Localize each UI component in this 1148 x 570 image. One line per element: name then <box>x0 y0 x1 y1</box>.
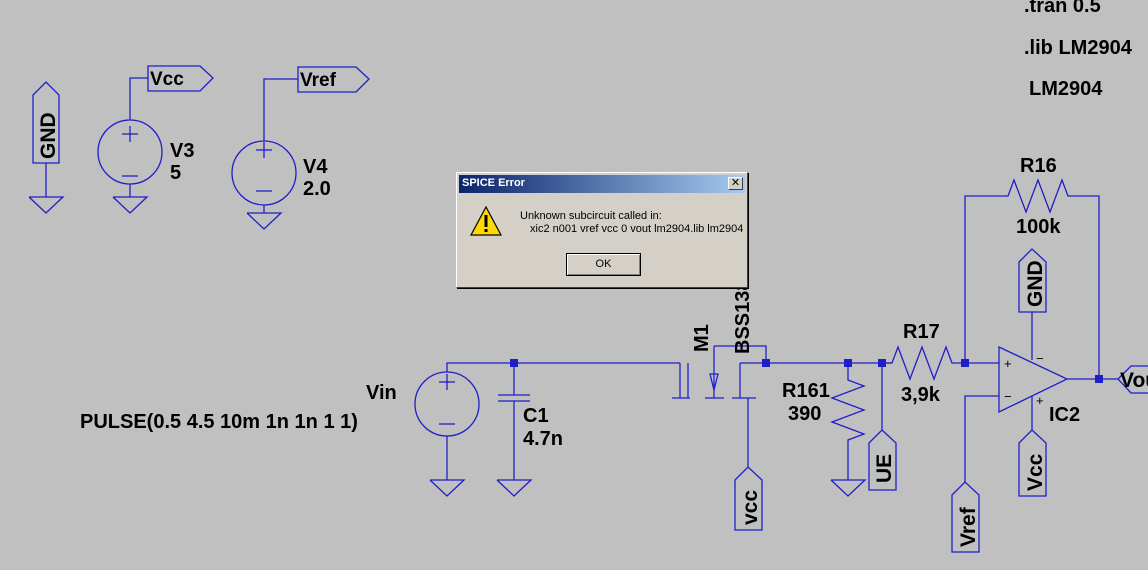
vin-value: PULSE(0.5 4.5 10m 1n 1n 1 1) <box>80 411 358 433</box>
vcc-port-mosfet[interactable]: vcc <box>734 466 763 531</box>
wire-junction <box>1095 375 1103 383</box>
error-message-line2: xic2 n001 vref vcc 0 vout lm2904.lib lm2… <box>530 223 744 235</box>
ground-symbol <box>496 479 533 497</box>
ue-port-label: UE <box>873 454 896 483</box>
r161-value: 390 <box>788 403 821 425</box>
r17-value: 3,9k <box>901 384 941 406</box>
v3-value: 5 <box>170 162 181 184</box>
vcc-port-label: Vcc <box>1024 453 1047 491</box>
svg-text:−: − <box>1036 351 1044 366</box>
m1-model: BSS138 <box>732 280 754 355</box>
wire-junction <box>762 359 770 367</box>
error-message-line1: Unknown subcircuit called in: <box>520 210 662 222</box>
ok-button[interactable]: OK <box>566 253 641 276</box>
ground-symbol <box>28 196 65 214</box>
ground-symbol <box>246 212 283 230</box>
vcc-port-opamp[interactable]: Vcc <box>1018 429 1047 497</box>
vref-port-label: Vref <box>957 506 980 547</box>
svg-text:+: + <box>1036 393 1044 408</box>
ground-symbol <box>429 479 466 497</box>
gnd-port-label: GND <box>37 112 60 159</box>
vcc-flag-label: Vcc <box>150 69 184 90</box>
v3-name: V3 <box>170 140 194 162</box>
v4-name: V4 <box>303 156 328 178</box>
model-label[interactable]: LM2904 <box>1029 78 1103 100</box>
wire-junction <box>510 359 518 367</box>
svg-text:−: − <box>1004 389 1012 404</box>
spice-error-dialog[interactable]: SPICE Error ✕ Unknown subcircuit called … <box>456 172 748 288</box>
gnd-port-opamp[interactable]: GND <box>1018 248 1047 360</box>
gnd-port-topleft[interactable]: GND <box>28 81 65 214</box>
c1-capacitor[interactable]: C1 4.7n <box>496 359 563 497</box>
r17-name: R17 <box>903 321 940 343</box>
r16-value: 100k <box>1016 216 1061 238</box>
ground-symbol <box>830 479 867 497</box>
close-icon: ✕ <box>730 176 741 189</box>
dialog-titlebar[interactable]: SPICE Error ✕ <box>459 175 745 193</box>
v3-source[interactable]: Vcc V3 5 <box>97 65 214 214</box>
gnd-port-label: GND <box>1024 260 1047 307</box>
vref-flag-label: Vref <box>300 70 337 91</box>
vout-port-label: Vout <box>1120 369 1148 392</box>
r161-name: R161 <box>782 380 830 402</box>
vref-port-opamp[interactable]: Vref <box>951 481 980 553</box>
c1-value: 4.7n <box>523 428 563 450</box>
vout-port[interactable]: Vout <box>1117 365 1148 394</box>
r161-resistor[interactable]: R161 390 <box>782 363 867 497</box>
dialog-title: SPICE Error <box>462 177 525 189</box>
tran-directive[interactable]: .tran 0.5 <box>1024 0 1101 17</box>
vcc-port-label: vcc <box>739 490 762 525</box>
vin-name: Vin <box>366 382 397 404</box>
warning-icon <box>469 205 503 236</box>
ic2-name: IC2 <box>1049 404 1080 426</box>
svg-text:+: + <box>1004 356 1012 371</box>
close-button[interactable]: ✕ <box>728 177 743 190</box>
ue-port[interactable]: UE <box>868 363 897 491</box>
vin-source[interactable]: Vin PULSE(0.5 4.5 10m 1n 1n 1 1) <box>80 362 680 497</box>
r17-resistor[interactable]: R17 3,9k <box>882 321 966 406</box>
m1-name: M1 <box>691 324 713 352</box>
m1-mosfet[interactable]: M1 BSS138 <box>672 280 767 469</box>
c1-name: C1 <box>523 405 549 427</box>
v4-source[interactable]: Vref V4 2.0 <box>231 66 370 230</box>
v4-value: 2.0 <box>303 178 331 200</box>
ground-symbol <box>112 196 149 214</box>
r16-name: R16 <box>1020 155 1057 177</box>
lib-directive[interactable]: .lib LM2904 <box>1024 37 1133 59</box>
